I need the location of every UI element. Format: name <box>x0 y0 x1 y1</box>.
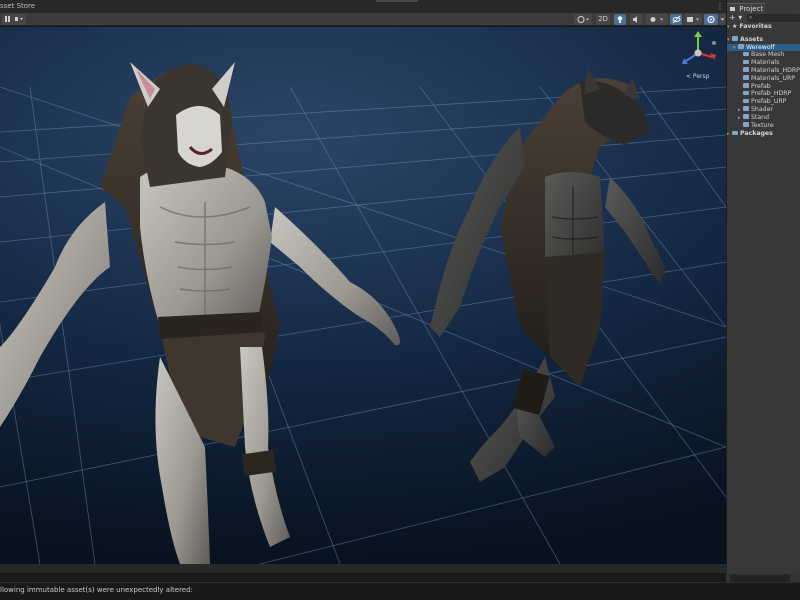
tree-item[interactable]: ▸ Stand <box>727 114 800 122</box>
folder-icon <box>743 106 749 111</box>
tree-item[interactable]: Prefab <box>727 83 800 91</box>
grid <box>0 86 726 564</box>
folder-icon <box>743 114 749 119</box>
perspective-label[interactable]: < Persp <box>686 73 709 80</box>
folder-icon <box>738 44 744 49</box>
tree-item[interactable]: Prefab_HDRP <box>727 90 800 98</box>
gizmos-toggle-icon[interactable] <box>704 14 718 25</box>
folder-icon <box>732 36 738 41</box>
tree-werewolf[interactable]: ▾ Werewolf <box>727 43 800 52</box>
folder-icon <box>743 59 749 65</box>
tree-packages[interactable]: ▸ Packages <box>727 130 800 138</box>
werewolf-model-dark <box>430 69 665 482</box>
audio-toggle-icon[interactable] <box>630 14 642 25</box>
project-tree: ▾ ★ Favorites ▾ Assets ▾ Werewolf Base Mesh … <box>727 22 800 138</box>
scene-toolbar: 2D <box>0 13 726 26</box>
lighting-toggle-icon[interactable] <box>614 14 626 25</box>
gizmos-dropdown-icon[interactable] <box>719 14 725 25</box>
project-panel: Project + ▾ ⌕ ▾ ★ Favorites ▾ Assets ▾ Werew… <box>726 0 800 600</box>
tree-item[interactable]: Materials_HDRP <box>727 67 800 75</box>
shading-mode-dropdown[interactable] <box>574 14 592 25</box>
folder-icon <box>743 90 749 96</box>
kebab-menu-icon[interactable]: ⋮ <box>716 0 724 13</box>
tree-assets[interactable]: ▾ Assets <box>727 36 800 44</box>
tab-drag-handle[interactable] <box>376 0 418 2</box>
folder-icon <box>743 98 749 104</box>
folder-icon <box>743 51 749 57</box>
tree-item[interactable]: Texture <box>727 122 800 130</box>
folder-icon <box>743 83 749 88</box>
tool-dropdown[interactable] <box>12 14 26 25</box>
folder-icon <box>743 122 749 127</box>
project-tab-label: Project <box>739 5 764 13</box>
tree-item[interactable]: Prefab_URP <box>727 98 800 106</box>
tab-project[interactable]: Project <box>727 3 765 13</box>
status-bar: llowing immutable asset(s) were unexpect… <box>0 582 800 600</box>
folder-icon <box>743 75 749 80</box>
tree-item[interactable]: Materials <box>727 59 800 67</box>
scene-visibility-icon[interactable] <box>670 14 682 25</box>
tool-handle-icon[interactable] <box>2 14 12 25</box>
tree-item[interactable]: Materials_URP <box>727 75 800 83</box>
tree-favorites[interactable]: ▾ ★ Favorites <box>727 23 800 31</box>
scene-render <box>0 62 726 564</box>
2d-toggle-button[interactable]: 2D <box>596 14 610 25</box>
effects-dropdown[interactable] <box>646 14 668 25</box>
scene-tab-strip: sset Store ⋮ <box>0 0 726 13</box>
folder-icon <box>730 7 735 11</box>
camera-settings-dropdown[interactable] <box>684 14 702 25</box>
search-icon: ⌕ <box>749 14 753 21</box>
project-search-input[interactable]: ⌕ <box>747 14 800 22</box>
tree-item[interactable]: Base Mesh <box>727 51 800 59</box>
tab-asset-store[interactable]: sset Store <box>0 0 41 13</box>
scene-viewport[interactable]: < Persp <box>0 27 726 564</box>
status-message[interactable]: llowing immutable asset(s) were unexpect… <box>0 586 193 594</box>
tree-item[interactable]: ▸ Shader <box>727 106 800 114</box>
console-search-input[interactable] <box>730 575 790 582</box>
folder-icon <box>743 67 749 72</box>
star-icon: ★ <box>732 23 738 30</box>
orientation-gizmo[interactable] <box>670 27 726 97</box>
folder-icon <box>732 130 738 136</box>
console-tab-strip <box>0 564 726 573</box>
